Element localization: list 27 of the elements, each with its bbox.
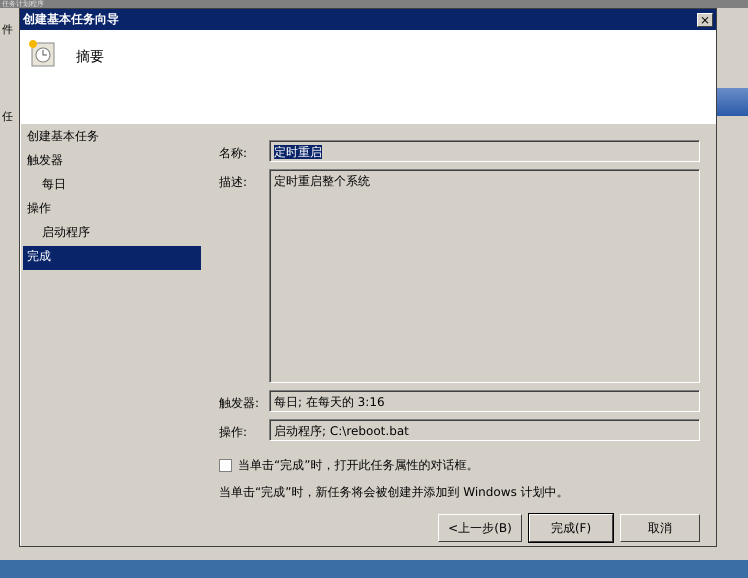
step-item[interactable]: 触发器: [23, 150, 201, 174]
summary-field[interactable]: 每日; 在每天的 3:16: [269, 390, 700, 412]
step-item[interactable]: 创建基本任务: [23, 126, 201, 150]
dialog-button[interactable]: 取消: [620, 514, 700, 542]
menu-item[interactable]: 件: [2, 22, 13, 37]
calendar-clock-icon: [26, 38, 56, 68]
page-heading: 摘要: [76, 48, 104, 66]
close-button[interactable]: ×: [697, 12, 713, 26]
dialog-button[interactable]: 完成(F): [529, 514, 613, 542]
info-text: 当单击“完成”时，新任务将会被创建并添加到 Windows 计划中。: [219, 484, 570, 501]
step-item[interactable]: 启动程序: [23, 222, 201, 246]
pane-title: 任: [2, 109, 13, 124]
field-label: 名称:: [219, 145, 248, 162]
step-item[interactable]: 每日: [23, 174, 201, 198]
dialog-button[interactable]: <上一步(B): [438, 514, 522, 542]
panel-header: [714, 88, 748, 116]
dialog-title: 创建基本任务向导: [23, 11, 119, 28]
name-field[interactable]: 定时重启: [269, 140, 700, 162]
field-label: 描述:: [219, 174, 248, 191]
checkbox[interactable]: [219, 459, 232, 472]
field-label: 触发器:: [219, 395, 260, 412]
summary-field[interactable]: 启动程序; C:\reboot.bat: [269, 419, 700, 441]
checkbox-label: 当单击“完成”时，打开此任务属性的对话框。: [238, 457, 478, 474]
step-item[interactable]: 操作: [23, 198, 201, 222]
field-label: 操作:: [219, 424, 248, 441]
step-item[interactable]: 完成: [23, 246, 201, 270]
description-field[interactable]: 定时重启整个系统: [269, 169, 700, 383]
